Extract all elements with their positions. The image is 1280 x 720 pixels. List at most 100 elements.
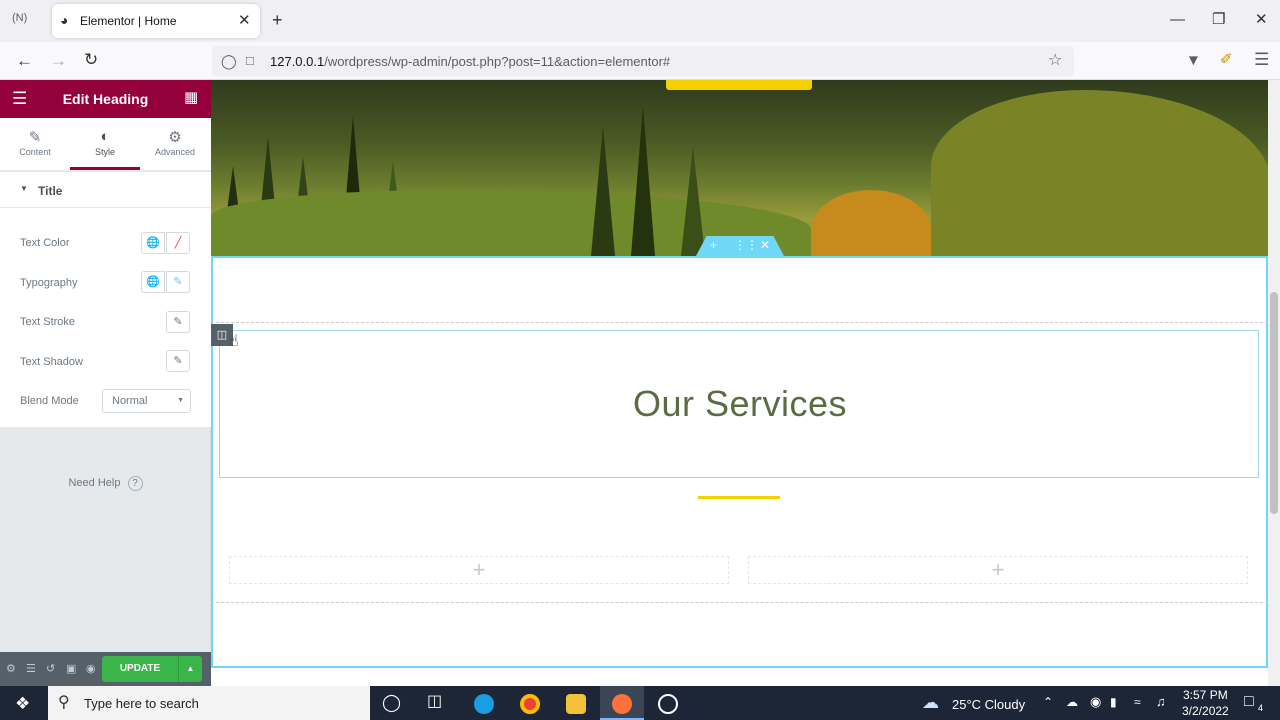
volume-icon[interactable]: ♫ [1156,695,1166,708]
contrast-icon: ◐ [100,128,110,145]
delete-section-icon[interactable]: ✕ [760,238,770,252]
maximize-icon[interactable]: ❐ [1212,12,1225,27]
services-heading[interactable]: Our Services [220,383,1260,425]
empty-column-right[interactable]: + [748,556,1248,584]
blend-mode-select[interactable]: Normal ▼ [102,389,191,413]
add-element-icon[interactable]: + [473,557,486,582]
style-controls: ▼ Title Text Color 🌐 ╱ Typography 🌐 ✎ Te… [0,172,211,427]
blend-mode-value: Normal [112,395,148,407]
bookmark-star-icon[interactable]: ☆ [1048,53,1062,69]
heading-widget[interactable]: Our Services [219,330,1259,478]
clock-date[interactable]: 3/2/2022 [1182,704,1229,718]
tab-content[interactable]: ✎ Content [0,118,70,170]
browser-tab[interactable]: ◕ Elementor | Home ✕ [52,4,260,38]
window-close-icon[interactable]: ✕ [1255,12,1268,27]
taskbar-search[interactable]: ⚲ Type here to search [48,686,370,720]
empty-column-left[interactable]: + [229,556,729,584]
tab-close-icon[interactable]: ✕ [238,13,251,28]
minimize-icon[interactable]: — [1170,12,1185,27]
search-icon: ⚲ [58,694,70,711]
tree-shape [631,106,655,256]
update-button[interactable]: UPDATE ▲ [102,656,202,682]
task-view-icon[interactable]: ◫ [427,694,442,710]
firefox-taskbar-item[interactable] [600,686,644,720]
hero-cta-button[interactable] [666,80,812,90]
typography-label: Typography [20,277,78,289]
tab-style-label: Style [94,147,115,157]
navigator-icon[interactable]: ☰ [26,662,36,675]
firefox-view-icon[interactable]: (N) [12,13,27,24]
firefox-icon [612,694,632,714]
weather-text[interactable]: 25°C Cloudy [952,697,1025,712]
add-section-icon[interactable]: + [710,238,717,252]
help-circle-icon: ? [127,476,143,491]
obs-icon[interactable] [658,694,678,714]
eyedropper-icon[interactable]: ✐ [1220,52,1233,67]
hero-image: + ⋮⋮ ✕ [211,80,1268,256]
gear-icon: ⚙ [168,129,182,146]
text-shadow-label: Text Shadow [20,356,83,368]
reload-icon[interactable]: ↻ [84,51,98,68]
widgets-grid-icon[interactable]: ▦ [184,90,198,105]
chrome-icon[interactable] [520,694,540,714]
update-label: UPDATE [119,663,161,674]
windows-start-icon[interactable]: ❖ [15,695,30,712]
url-bar[interactable]: ◯ □ 127.0.0.1/wordpress/wp-admin/post.ph… [212,46,1074,76]
need-help-link[interactable]: Need Help ? [0,476,211,491]
responsive-mode-icon[interactable]: ▣ [66,662,76,675]
scrollbar-thumb[interactable] [1270,292,1278,514]
text-color-label: Text Color [20,237,70,249]
notification-count-badge: 4 [1258,703,1264,713]
history-icon[interactable]: ↺ [46,662,55,675]
panel-tabs: ✎ Content ◐ Style ⚙ Advanced [0,118,211,170]
clock-time[interactable]: 3:57 PM [1183,688,1228,702]
forward-icon[interactable]: → [50,52,67,69]
cortana-icon[interactable]: ◯ [382,694,401,711]
show-hidden-icons[interactable]: ⌃ [1043,696,1053,708]
column-icon: ◫ [216,329,228,341]
drag-handle-icon[interactable]: ⋮⋮ [734,238,758,252]
panel-header: ☰ Edit Heading ▦ [0,80,211,118]
text-stroke-label: Text Stroke [20,316,76,328]
tab-style[interactable]: ◐ Style [70,118,140,170]
section-handle[interactable]: + ⋮⋮ ✕ [696,236,784,256]
url-host: 127.0.0.1 [270,54,325,69]
wifi-icon[interactable]: ≈ [1134,696,1141,708]
title-section-toggle[interactable]: ▼ Title [0,172,211,208]
update-options-caret-icon[interactable]: ▲ [178,656,202,682]
global-fonts-button[interactable]: 🌐 [141,271,165,293]
global-colors-button[interactable]: 🌐 [141,232,165,254]
microphone-icon[interactable]: ◉ [1090,695,1101,708]
tab-title: Elementor | Home [80,14,177,28]
color-picker-button[interactable]: ╱ [166,232,190,254]
file-explorer-icon[interactable] [566,694,586,714]
panel-title: Edit Heading [62,91,149,107]
add-element-icon[interactable]: + [992,557,1005,582]
battery-icon[interactable]: ▮ [1110,696,1117,708]
typography-edit-button[interactable]: ✎ [166,271,190,293]
url-text[interactable]: 127.0.0.1/wordpress/wp-admin/post.php?po… [270,54,670,69]
shield-icon[interactable]: ◯ [221,54,237,68]
notification-center-icon[interactable]: □ [1244,694,1254,710]
browser-nav-bar: ← → ↻ ◯ □ 127.0.0.1/wordpress/wp-admin/p… [0,42,1280,80]
pocket-icon[interactable]: ▼ [1186,53,1201,68]
new-tab-icon[interactable]: + [272,11,283,29]
network-alert-icon[interactable]: ☁ [1066,696,1078,708]
text-stroke-edit-button[interactable]: ✎ [166,311,190,333]
panel-footer: ⚙ ☰ ↺ ▣ ◉ UPDATE ▲ [0,652,211,686]
pencil-icon: ✎ [28,129,42,146]
menu-icon[interactable]: ☰ [1254,51,1269,68]
cloud-weather-icon[interactable]: ☁ [922,694,939,711]
edge-icon[interactable] [474,694,494,714]
settings-icon[interactable]: ⚙ [6,662,16,675]
hand-cursor-icon: ☝ [229,333,239,350]
page-icon[interactable]: □ [246,54,254,67]
tab-advanced[interactable]: ⚙ Advanced [140,118,210,170]
windows-taskbar: ❖ ⚲ Type here to search ◯ ◫ ☁ 25°C Cloud… [0,686,1280,720]
heading-divider [698,496,780,499]
text-shadow-edit-button[interactable]: ✎ [166,350,190,372]
preview-eye-icon[interactable]: ◉ [86,662,96,675]
canvas-scrollbar[interactable] [1268,80,1280,686]
column-outline-top [211,322,1268,323]
back-icon[interactable]: ← [16,52,33,69]
